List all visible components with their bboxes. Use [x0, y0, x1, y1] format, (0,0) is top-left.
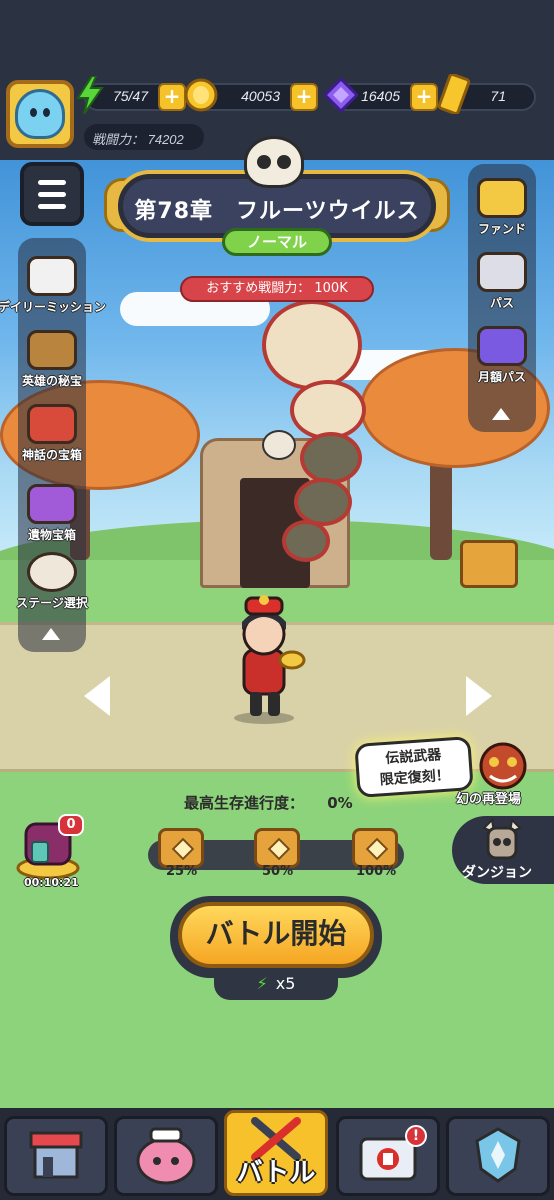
- dungeon-skull-icon: [482, 818, 522, 860]
- stage-select-label: ステージ選択: [16, 596, 88, 610]
- fund-button[interactable]: ファンド: [447, 178, 554, 237]
- relic-chest-icon: [27, 484, 77, 524]
- milestone-100-label: 100%: [356, 864, 397, 879]
- progress-label: 最高生存進行度：: [184, 794, 305, 812]
- battle-cost-value: x5: [275, 974, 296, 993]
- enemy-segment: [290, 380, 366, 440]
- calendar-star-icon: [27, 256, 77, 296]
- idle-badge: 0: [58, 814, 84, 836]
- recommended-power: おすすめ戦闘力： 100K: [180, 276, 374, 302]
- guild-emblem-icon: [475, 1127, 521, 1183]
- milestone-25-label: 25%: [166, 864, 198, 879]
- add-stamina-button[interactable]: +: [158, 83, 186, 111]
- best-survival-progress: 最高生存進行度： 0%: [184, 792, 353, 813]
- medkit-alert-badge: !: [405, 1125, 427, 1147]
- enemy-segment: [282, 520, 330, 562]
- relic-chest-button[interactable]: 遺物宝箱: [0, 484, 107, 543]
- lightning-icon: [76, 76, 104, 114]
- enemy-head: [262, 300, 362, 390]
- enemy-segment: [294, 478, 352, 526]
- ticket-value: 71: [490, 88, 506, 104]
- reward-chest-100[interactable]: [352, 828, 398, 868]
- previous-chapter-arrow-icon[interactable]: [84, 676, 110, 716]
- idle-timer: 00:10:21: [24, 876, 79, 889]
- hero-treasure-label: 英雄の秘宝: [21, 374, 82, 388]
- battle-tab-label: バトル: [236, 1158, 316, 1188]
- pass-icon: [477, 252, 527, 292]
- skull-icon: [262, 430, 296, 460]
- piggy-bank-icon: [477, 178, 527, 218]
- gold-ticket-icon: [437, 74, 471, 114]
- guild-tab[interactable]: [446, 1116, 550, 1196]
- daily-missions-button[interactable]: デイリーミッション: [0, 256, 107, 315]
- chapter-title: 第78章 フルーツウイルス: [134, 199, 420, 224]
- medkit-tab[interactable]: !: [336, 1116, 440, 1196]
- mythic-chest-label: 神話の宝箱: [21, 448, 82, 462]
- gem-value: 16405: [361, 88, 400, 104]
- progress-value: 0%: [327, 794, 353, 812]
- fund-label: ファンド: [477, 222, 526, 236]
- difficulty-label: ノーマル: [246, 233, 307, 251]
- collapse-right-menu-icon[interactable]: [492, 408, 510, 420]
- monthly-pass-button[interactable]: 月額パス: [447, 326, 554, 385]
- pass-label: パス: [489, 296, 514, 310]
- next-chapter-arrow-icon[interactable]: [466, 676, 492, 716]
- slime-avatar-icon: [15, 89, 65, 139]
- skull-icon: [244, 136, 304, 188]
- milestone-50-label: 50%: [262, 864, 294, 879]
- difficulty-toggle[interactable]: ノーマル: [222, 228, 332, 256]
- enemy-segment: [300, 432, 362, 484]
- battle-cost: ⚡ x5: [214, 968, 338, 1000]
- treasure-keys-icon: [27, 330, 77, 370]
- purple-gem-icon: [324, 78, 358, 112]
- daily-missions-label: デイリーミッション: [0, 300, 106, 314]
- heroes-tab[interactable]: [114, 1116, 218, 1196]
- pink-brain-icon: [136, 1127, 196, 1185]
- relic-chest-label: 遺物宝箱: [27, 528, 76, 542]
- hero-treasure-button[interactable]: 英雄の秘宝: [0, 330, 107, 389]
- gold-coin-icon: [184, 78, 218, 112]
- combat-power: 戦闘力： 74202: [84, 124, 204, 150]
- player-avatar[interactable]: [6, 80, 74, 148]
- reward-chest-50[interactable]: [254, 828, 300, 868]
- hero-character: [234, 595, 306, 724]
- shop-icon: [29, 1131, 83, 1179]
- stamina-value: 75/47: [112, 88, 148, 104]
- add-gold-button[interactable]: +: [290, 83, 318, 111]
- add-gems-button[interactable]: +: [410, 83, 438, 111]
- main-menu-button[interactable]: [20, 162, 84, 226]
- skull-stage-icon: [27, 552, 77, 592]
- stage-select-button[interactable]: ステージ選択: [0, 552, 107, 611]
- dungeon-label: ダンジョン: [462, 865, 532, 881]
- gold-value: 40053: [241, 88, 280, 104]
- battle-tab[interactable]: バトル: [224, 1110, 328, 1196]
- supply-crate: [460, 540, 518, 588]
- collapse-left-menu-icon[interactable]: [42, 628, 60, 640]
- lightning-icon: ⚡: [256, 974, 268, 993]
- reward-chest-25[interactable]: [158, 828, 204, 868]
- mythic-chest-icon: [27, 404, 77, 444]
- demon-mask-icon[interactable]: [476, 738, 530, 790]
- monthly-card-icon: [477, 326, 527, 366]
- pass-button[interactable]: パス: [447, 252, 554, 311]
- shop-tab[interactable]: [4, 1116, 108, 1196]
- event-label: 幻の再登場: [456, 792, 522, 807]
- monthly-pass-label: 月額パス: [477, 370, 526, 384]
- start-battle-button[interactable]: バトル開始: [178, 902, 374, 968]
- mythic-chest-button[interactable]: 神話の宝箱: [0, 404, 107, 463]
